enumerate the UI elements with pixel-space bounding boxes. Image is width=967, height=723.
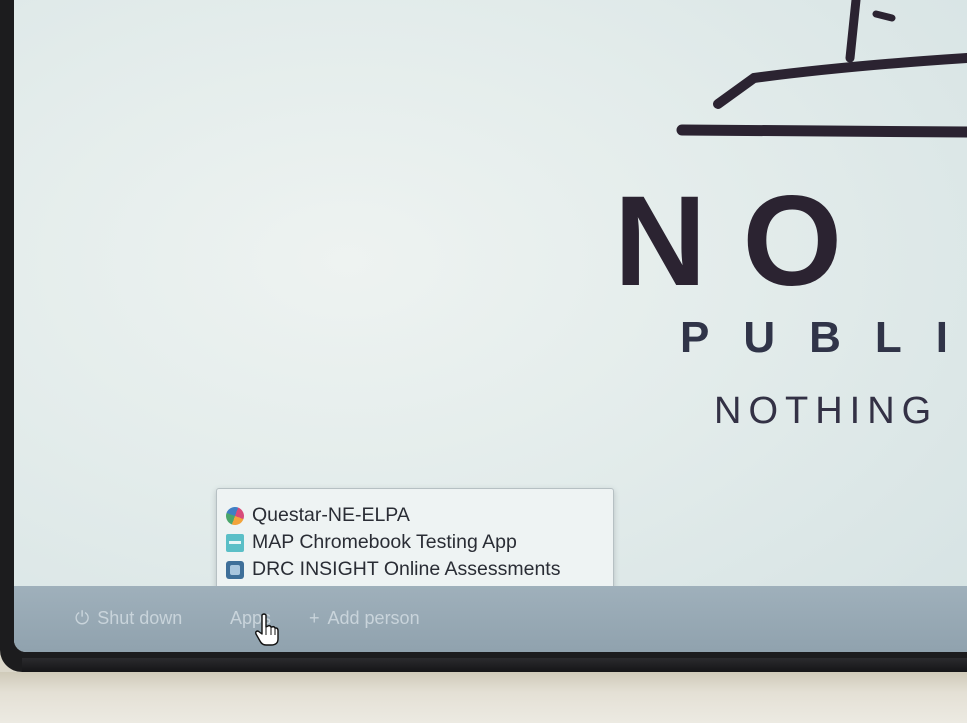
shutdown-label: Shut down xyxy=(97,608,183,628)
menu-item-label: DRC INSIGHT Online Assessments xyxy=(252,558,561,580)
plus-icon: + xyxy=(309,608,320,628)
hand-cursor-icon xyxy=(255,613,279,646)
add-person-button[interactable]: + Add person xyxy=(309,608,420,629)
menu-item-questar[interactable]: Questar-NE-ELPA xyxy=(217,502,613,529)
shutdown-button[interactable]: ⏻ Shut down xyxy=(75,608,182,629)
login-screen: NO PUBLI NOTHING Questar-NE-ELPA MAP Chr… xyxy=(14,0,967,652)
drc-app-icon xyxy=(226,560,244,579)
power-icon: ⏻ xyxy=(75,608,90,628)
apps-menu: Questar-NE-ELPA MAP Chromebook Testing A… xyxy=(216,488,614,592)
menu-item-map[interactable]: MAP Chromebook Testing App xyxy=(217,529,613,556)
login-shelf: ⏻ Shut down Apps + Add person xyxy=(14,586,967,652)
monitor-bottom-bezel xyxy=(22,658,967,672)
menu-item-drc[interactable]: DRC INSIGHT Online Assessments xyxy=(217,556,613,583)
wallpaper-logo-subtitle: PUBLI xyxy=(680,313,967,362)
map-app-icon xyxy=(226,533,244,552)
laptop-case-edge xyxy=(0,672,967,723)
wallpaper-logo-title: NO xyxy=(614,170,878,313)
questar-app-icon xyxy=(223,503,247,528)
add-person-label: Add person xyxy=(327,608,420,628)
wallpaper-logo-tagline: NOTHING xyxy=(714,390,939,432)
menu-item-label: MAP Chromebook Testing App xyxy=(252,531,517,553)
menu-item-label: Questar-NE-ELPA xyxy=(252,504,410,526)
